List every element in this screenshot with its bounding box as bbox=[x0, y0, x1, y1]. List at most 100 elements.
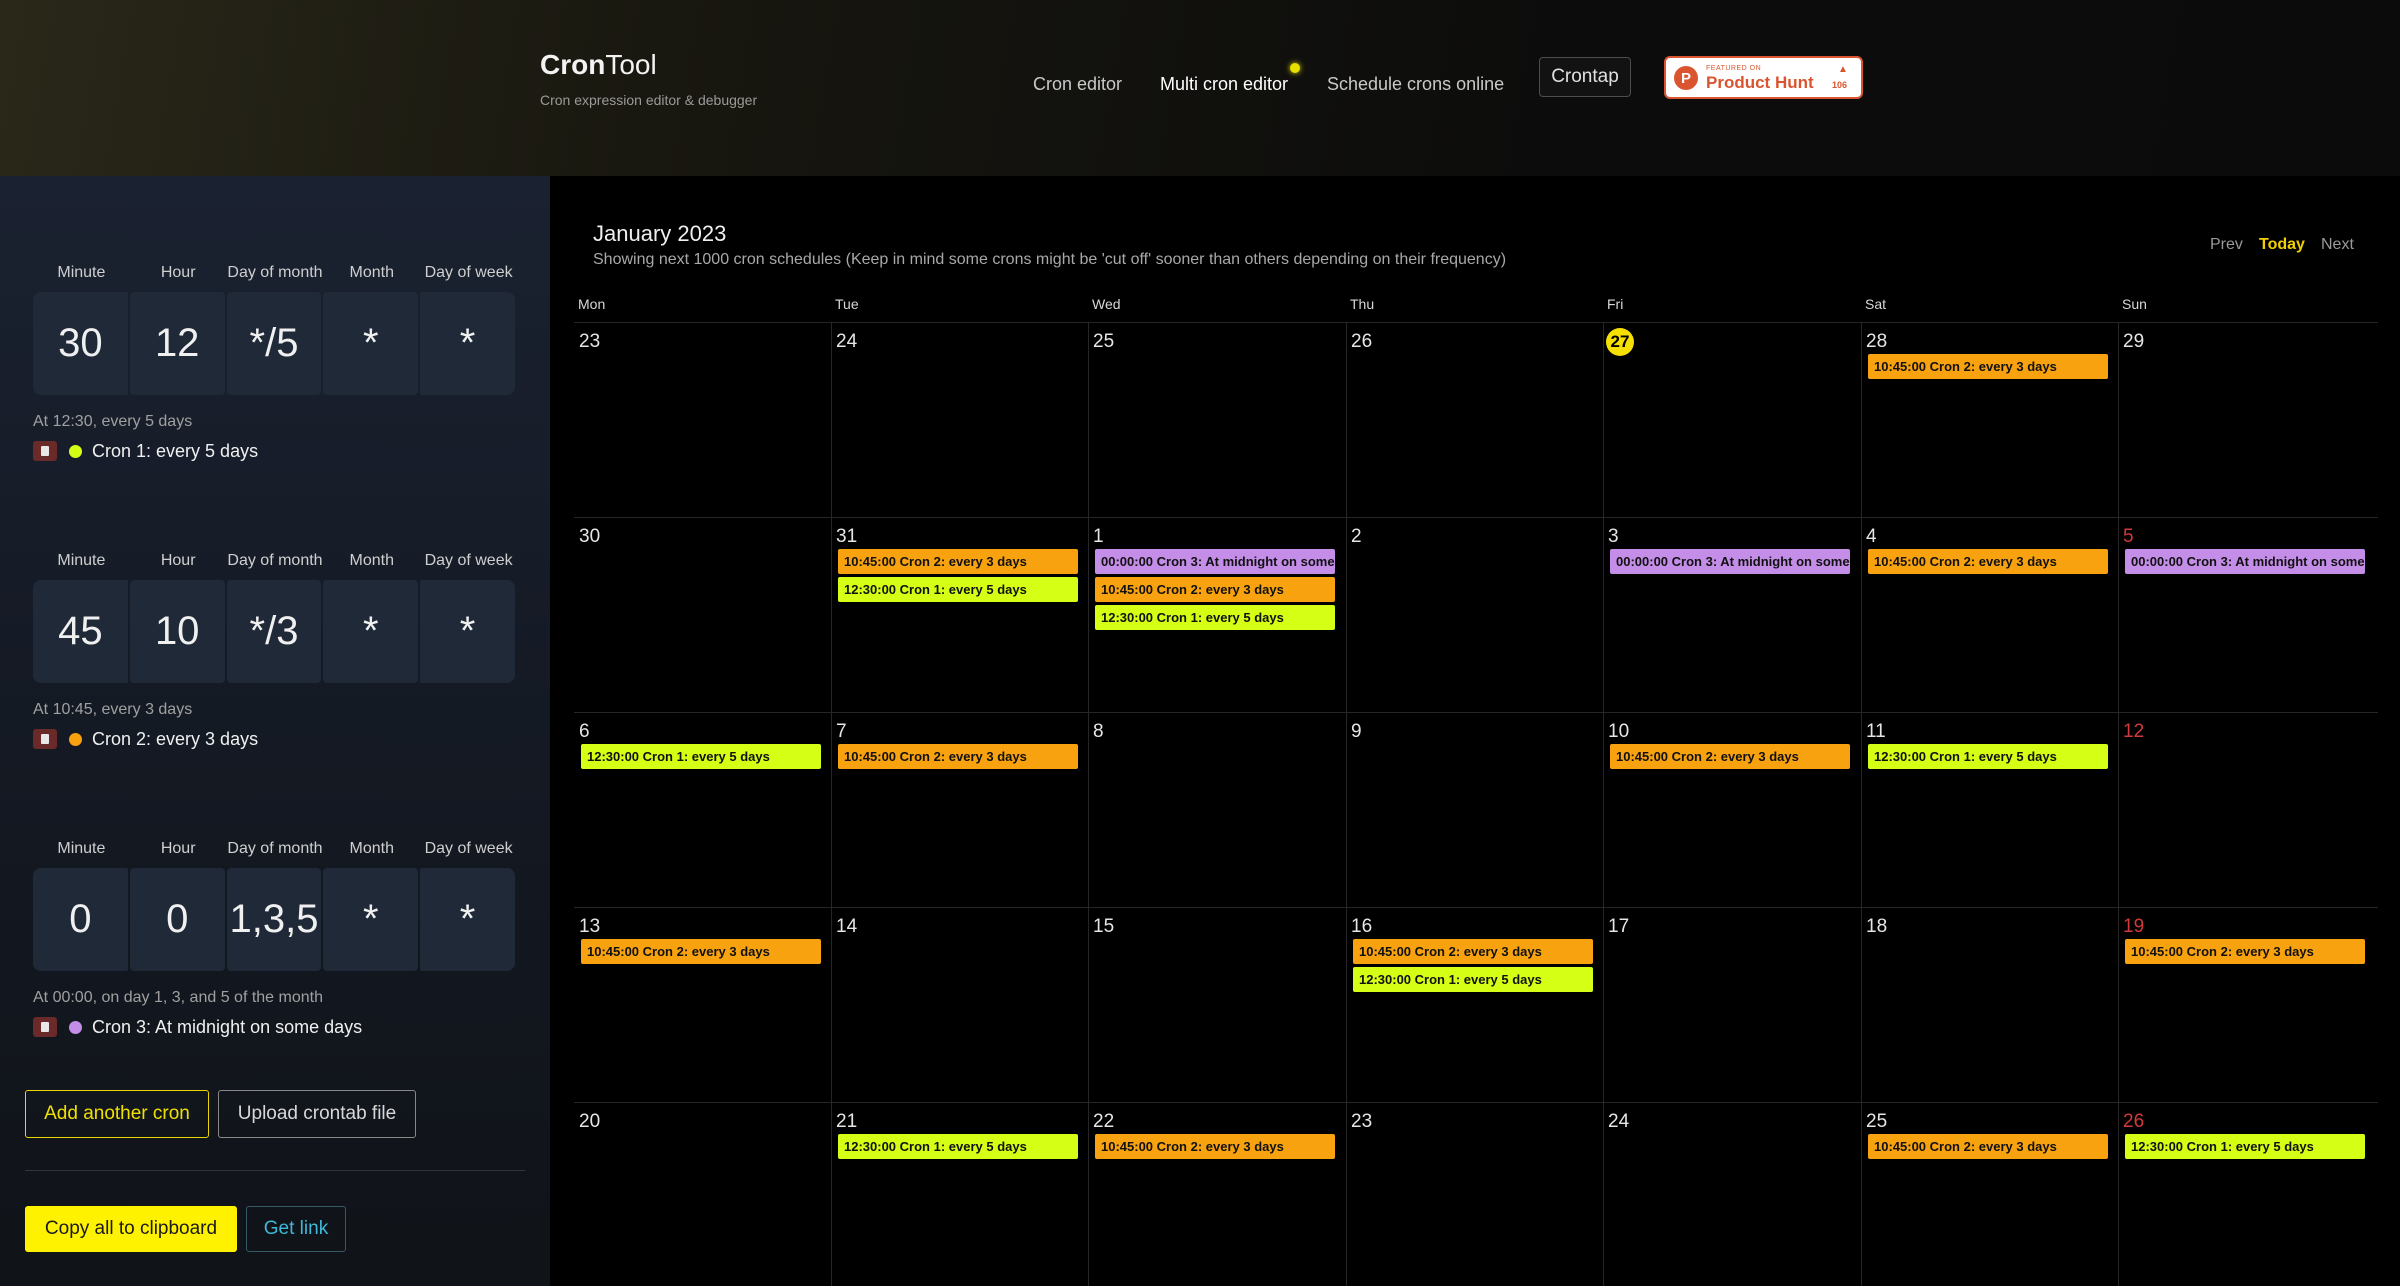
day-number[interactable]: 15 bbox=[1093, 916, 1114, 938]
cron-field-input[interactable]: * bbox=[420, 868, 515, 971]
cron-field-input[interactable]: 30 bbox=[33, 292, 128, 395]
day-number[interactable]: 18 bbox=[1866, 916, 1887, 938]
calendar-event[interactable]: 10:45:00 Cron 2: every 3 days bbox=[1868, 549, 2108, 574]
day-number[interactable]: 4 bbox=[1866, 526, 1877, 548]
copy-all-button[interactable]: Copy all to clipboard bbox=[25, 1206, 237, 1252]
calendar-event[interactable]: 12:30:00 Cron 1: every 5 days bbox=[838, 1134, 1078, 1159]
nav-multi-cron-editor[interactable]: Multi cron editor bbox=[1160, 64, 1288, 104]
cron-field-input[interactable]: 12 bbox=[129, 292, 225, 395]
calendar-event[interactable]: 10:45:00 Cron 2: every 3 days bbox=[1868, 1134, 2108, 1159]
calendar-event[interactable]: 10:45:00 Cron 2: every 3 days bbox=[838, 744, 1078, 769]
calendar-event[interactable]: 10:45:00 Cron 2: every 3 days bbox=[1353, 939, 1593, 964]
cron-name[interactable]: Cron 2: every 3 days bbox=[92, 729, 258, 750]
calendar-event[interactable]: 12:30:00 Cron 1: every 5 days bbox=[1868, 744, 2108, 769]
day-number[interactable]: 24 bbox=[1608, 1111, 1629, 1133]
cron-field-input[interactable]: 10 bbox=[129, 580, 225, 683]
calendar-event[interactable]: 12:30:00 Cron 1: every 5 days bbox=[1353, 967, 1593, 992]
cron-field-input[interactable]: 1,3,5 bbox=[226, 868, 322, 971]
upload-crontab-button[interactable]: Upload crontab file bbox=[218, 1090, 416, 1138]
nav-schedule-crons-link[interactable]: Schedule crons online bbox=[1327, 74, 1504, 95]
calendar-event[interactable]: 12:30:00 Cron 1: every 5 days bbox=[838, 577, 1078, 602]
crontap-button[interactable]: Crontap bbox=[1539, 57, 1631, 97]
day-number[interactable]: 23 bbox=[579, 331, 600, 353]
day-number[interactable]: 12 bbox=[2123, 721, 2144, 743]
delete-cron-button[interactable] bbox=[33, 441, 57, 461]
cron-field-input[interactable]: 45 bbox=[33, 580, 128, 683]
cron-field-input[interactable]: * bbox=[420, 292, 515, 395]
day-number[interactable]: 17 bbox=[1608, 916, 1629, 938]
cron-field-input[interactable]: * bbox=[323, 292, 419, 395]
cron-description: At 12:30, every 5 days bbox=[33, 413, 193, 430]
nav-cron-editor[interactable]: Cron editor bbox=[1033, 64, 1122, 104]
add-cron-button[interactable]: Add another cron bbox=[25, 1090, 209, 1138]
brand-subtitle: Cron expression editor & debugger bbox=[540, 92, 758, 108]
day-number[interactable]: 1 bbox=[1093, 526, 1104, 548]
trash-icon bbox=[41, 734, 49, 744]
today-button[interactable]: Today bbox=[2259, 236, 2305, 254]
day-number[interactable]: 23 bbox=[1351, 1111, 1372, 1133]
day-number[interactable]: 16 bbox=[1351, 916, 1372, 938]
get-link-button[interactable]: Get link bbox=[246, 1206, 346, 1252]
day-number[interactable]: 28 bbox=[1866, 331, 1887, 353]
cron-field-input[interactable]: */5 bbox=[226, 292, 322, 395]
today-marker[interactable]: 27 bbox=[1606, 328, 1634, 356]
day-number[interactable]: 29 bbox=[2123, 331, 2144, 353]
cron-field-input[interactable]: * bbox=[323, 868, 419, 971]
delete-cron-button[interactable] bbox=[33, 729, 57, 749]
day-number[interactable]: 8 bbox=[1093, 721, 1104, 743]
day-number[interactable]: 30 bbox=[579, 526, 600, 548]
calendar-event[interactable]: 10:45:00 Cron 2: every 3 days bbox=[1095, 577, 1335, 602]
product-hunt-badge[interactable]: P FEATURED ON Product Hunt ▲ 106 bbox=[1664, 56, 1863, 99]
cron-field-input[interactable]: * bbox=[323, 580, 419, 683]
day-number[interactable]: 22 bbox=[1093, 1111, 1114, 1133]
field-labels: Minute Hour Day of month Month Day of week bbox=[33, 264, 517, 284]
day-number[interactable]: 26 bbox=[1351, 331, 1372, 353]
cron-field-input[interactable]: 0 bbox=[33, 868, 128, 971]
prev-button[interactable]: Prev bbox=[2210, 236, 2243, 254]
day-number[interactable]: 3 bbox=[1608, 526, 1619, 548]
calendar-event[interactable]: 12:30:00 Cron 1: every 5 days bbox=[581, 744, 821, 769]
field-label: Hour bbox=[160, 552, 196, 569]
next-button[interactable]: Next bbox=[2321, 236, 2354, 254]
calendar-event[interactable]: 00:00:00 Cron 3: At midnight on some day… bbox=[1610, 549, 1850, 574]
day-number[interactable]: 25 bbox=[1866, 1111, 1887, 1133]
nav-schedule-crons[interactable]: Schedule crons online bbox=[1327, 64, 1504, 104]
calendar-event[interactable]: 00:00:00 Cron 3: At midnight on some day… bbox=[2125, 549, 2365, 574]
cron-fields: 0 0 1,3,5 * * bbox=[33, 868, 517, 971]
day-number[interactable]: 19 bbox=[2123, 916, 2144, 938]
cron-field-input[interactable]: 0 bbox=[129, 868, 225, 971]
calendar-event[interactable]: 10:45:00 Cron 2: every 3 days bbox=[1610, 744, 1850, 769]
calendar-event[interactable]: 10:45:00 Cron 2: every 3 days bbox=[838, 549, 1078, 574]
calendar-event[interactable]: 10:45:00 Cron 2: every 3 days bbox=[1095, 1134, 1335, 1159]
nav-cron-editor-link[interactable]: Cron editor bbox=[1033, 74, 1122, 95]
day-number[interactable]: 31 bbox=[836, 526, 857, 548]
cron-field-input[interactable]: */3 bbox=[226, 580, 322, 683]
calendar-event[interactable]: 00:00:00 Cron 3: At midnight on some day… bbox=[1095, 549, 1335, 574]
cron-name[interactable]: Cron 3: At midnight on some days bbox=[92, 1017, 362, 1038]
day-number[interactable]: 20 bbox=[579, 1111, 600, 1133]
brand[interactable]: CronTool Cron expression editor & debugg… bbox=[540, 48, 757, 108]
calendar-event[interactable]: 12:30:00 Cron 1: every 5 days bbox=[2125, 1134, 2365, 1159]
day-number[interactable]: 6 bbox=[579, 721, 590, 743]
cron-name[interactable]: Cron 1: every 5 days bbox=[92, 441, 258, 462]
day-number[interactable]: 5 bbox=[2123, 526, 2134, 548]
day-number[interactable]: 13 bbox=[579, 916, 600, 938]
calendar-event[interactable]: 10:45:00 Cron 2: every 3 days bbox=[2125, 939, 2365, 964]
nav-multi-cron-editor-link[interactable]: Multi cron editor bbox=[1160, 74, 1288, 95]
cron-description: At 00:00, on day 1, 3, and 5 of the mont… bbox=[33, 989, 323, 1006]
day-number[interactable]: 26 bbox=[2123, 1111, 2144, 1133]
day-number[interactable]: 11 bbox=[1866, 721, 1886, 743]
cron-field-input[interactable]: * bbox=[420, 580, 515, 683]
calendar-event[interactable]: 12:30:00 Cron 1: every 5 days bbox=[1095, 605, 1335, 630]
day-number[interactable]: 24 bbox=[836, 331, 857, 353]
day-number[interactable]: 10 bbox=[1608, 721, 1629, 743]
day-number[interactable]: 14 bbox=[836, 916, 857, 938]
day-number[interactable]: 2 bbox=[1351, 526, 1362, 548]
calendar-event[interactable]: 10:45:00 Cron 2: every 3 days bbox=[1868, 354, 2108, 379]
day-number[interactable]: 7 bbox=[836, 721, 847, 743]
delete-cron-button[interactable] bbox=[33, 1017, 57, 1037]
day-number[interactable]: 21 bbox=[836, 1111, 857, 1133]
calendar-event[interactable]: 10:45:00 Cron 2: every 3 days bbox=[581, 939, 821, 964]
day-number[interactable]: 25 bbox=[1093, 331, 1114, 353]
day-number[interactable]: 9 bbox=[1351, 721, 1362, 743]
